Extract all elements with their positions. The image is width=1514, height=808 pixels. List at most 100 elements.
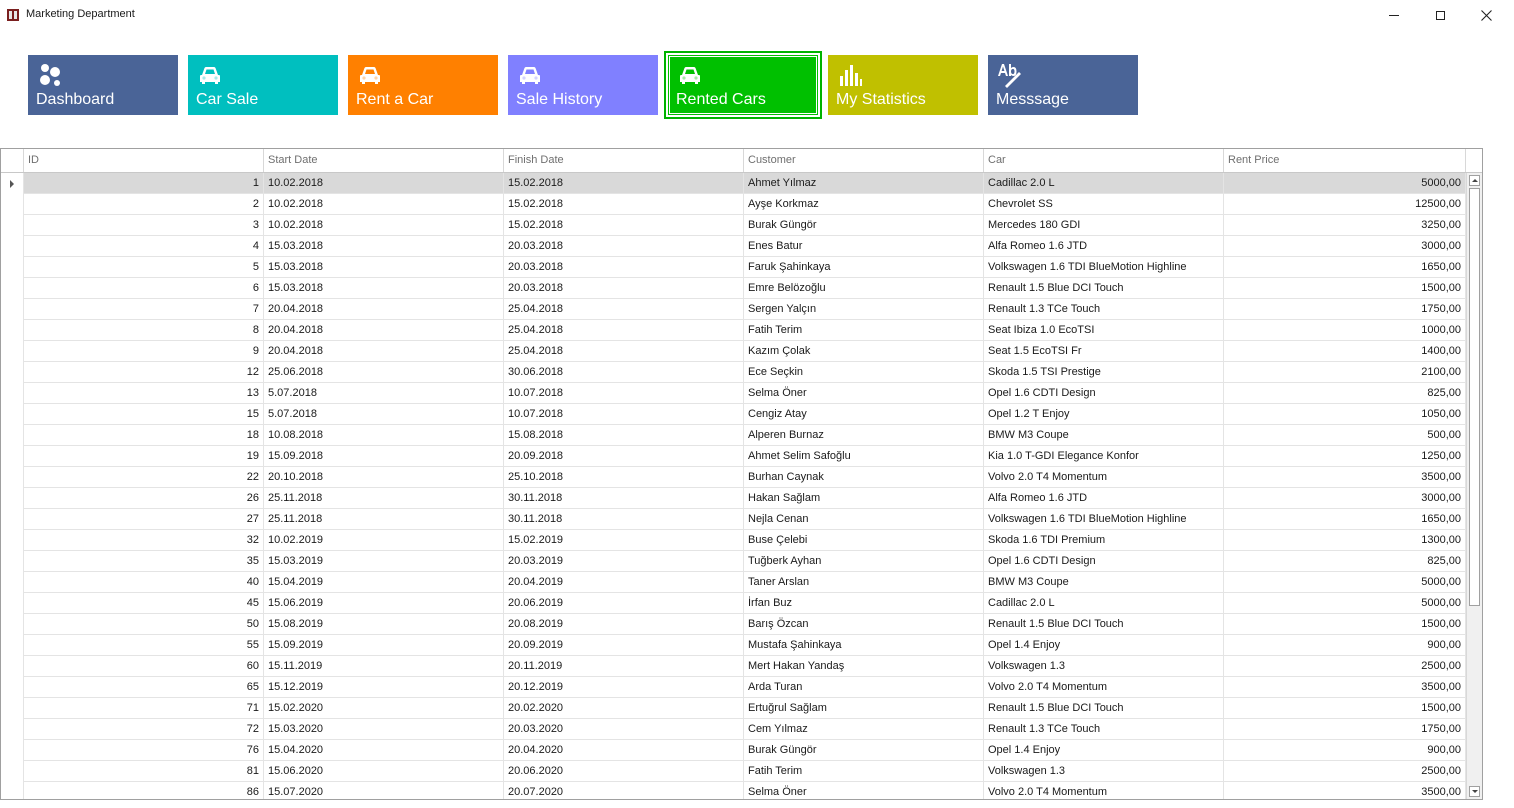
table-row[interactable]: 27 25.11.2018 30.11.2018 Nejla Cenan Volkswa… xyxy=(1,509,1466,530)
table-row[interactable]: 8 20.04.2018 25.04.2018 Fatih Terim Seat Ibi… xyxy=(1,320,1466,341)
cell-start-date[interactable]: 10.08.2018 xyxy=(264,425,504,446)
table-row[interactable]: 76 15.04.2020 20.04.2020 Burak Güngör Opel 1… xyxy=(1,740,1466,761)
cell-customer[interactable]: Cem Yılmaz xyxy=(744,719,984,740)
row-indicator[interactable] xyxy=(1,299,24,320)
cell-car[interactable]: Volkswagen 1.3 xyxy=(984,656,1224,677)
cell-customer[interactable]: Taner Arslan xyxy=(744,572,984,593)
column-header-customer[interactable]: Customer xyxy=(744,149,984,172)
table-row[interactable]: 13 5.07.2018 10.07.2018 Selma Öner Opel 1.6 … xyxy=(1,383,1466,404)
row-indicator[interactable] xyxy=(1,362,24,383)
cell-customer[interactable]: Ahmet Selim Safoğlu xyxy=(744,446,984,467)
cell-finish-date[interactable]: 20.03.2018 xyxy=(504,278,744,299)
cell-finish-date[interactable]: 20.03.2018 xyxy=(504,236,744,257)
cell-finish-date[interactable]: 20.08.2019 xyxy=(504,614,744,635)
row-indicator[interactable] xyxy=(1,614,24,635)
cell-customer[interactable]: Mert Hakan Yandaş xyxy=(744,656,984,677)
cell-start-date[interactable]: 15.12.2019 xyxy=(264,677,504,698)
table-row[interactable]: 3 10.02.2018 15.02.2018 Burak Güngör Mercede… xyxy=(1,215,1466,236)
cell-id[interactable]: 35 xyxy=(24,551,264,572)
tile-my-statistics[interactable]: My Statistics xyxy=(828,55,978,115)
cell-rent-price[interactable]: 3250,00 xyxy=(1224,215,1466,236)
table-row[interactable]: 4 15.03.2018 20.03.2018 Enes Batur Alfa Rome… xyxy=(1,236,1466,257)
cell-car[interactable]: Kia 1.0 T-GDI Elegance Konfor xyxy=(984,446,1224,467)
cell-id[interactable]: 18 xyxy=(24,425,264,446)
cell-id[interactable]: 1 xyxy=(24,173,264,194)
table-row[interactable]: 15 5.07.2018 10.07.2018 Cengiz Atay Opel 1.2… xyxy=(1,404,1466,425)
cell-id[interactable]: 76 xyxy=(24,740,264,761)
cell-start-date[interactable]: 15.09.2019 xyxy=(264,635,504,656)
table-row[interactable]: 72 15.03.2020 20.03.2020 Cem Yılmaz Renault … xyxy=(1,719,1466,740)
row-indicator[interactable] xyxy=(1,215,24,236)
table-row[interactable]: 26 25.11.2018 30.11.2018 Hakan Sağlam Alfa R… xyxy=(1,488,1466,509)
cell-finish-date[interactable]: 20.09.2018 xyxy=(504,446,744,467)
cell-customer[interactable]: Hakan Sağlam xyxy=(744,488,984,509)
table-row[interactable]: 1 10.02.2018 15.02.2018 Ahmet Yılmaz Cadilla… xyxy=(1,173,1466,194)
row-indicator[interactable] xyxy=(1,509,24,530)
cell-finish-date[interactable]: 25.04.2018 xyxy=(504,320,744,341)
cell-start-date[interactable]: 15.06.2020 xyxy=(264,761,504,782)
cell-customer[interactable]: Kazım Çolak xyxy=(744,341,984,362)
cell-start-date[interactable]: 5.07.2018 xyxy=(264,383,504,404)
row-indicator[interactable] xyxy=(1,236,24,257)
cell-finish-date[interactable]: 20.04.2020 xyxy=(504,740,744,761)
table-row[interactable]: 55 15.09.2019 20.09.2019 Mustafa Şahinkaya O… xyxy=(1,635,1466,656)
tile-sale-history[interactable]: Sale History xyxy=(508,55,658,115)
cell-rent-price[interactable]: 1000,00 xyxy=(1224,320,1466,341)
cell-finish-date[interactable]: 20.03.2018 xyxy=(504,257,744,278)
row-indicator[interactable] xyxy=(1,782,24,799)
column-header-car[interactable]: Car xyxy=(984,149,1224,172)
row-indicator[interactable] xyxy=(1,278,24,299)
title-bar[interactable]: Marketing Department xyxy=(0,0,1514,30)
cell-rent-price[interactable]: 3000,00 xyxy=(1224,236,1466,257)
cell-finish-date[interactable]: 25.04.2018 xyxy=(504,341,744,362)
scroll-down-button[interactable] xyxy=(1469,786,1480,797)
column-header-start-date[interactable]: Start Date xyxy=(264,149,504,172)
cell-id[interactable]: 13 xyxy=(24,383,264,404)
cell-finish-date[interactable]: 20.09.2019 xyxy=(504,635,744,656)
cell-customer[interactable]: Faruk Şahinkaya xyxy=(744,257,984,278)
cell-rent-price[interactable]: 2100,00 xyxy=(1224,362,1466,383)
cell-id[interactable]: 3 xyxy=(24,215,264,236)
row-indicator[interactable] xyxy=(1,656,24,677)
row-indicator[interactable] xyxy=(1,761,24,782)
row-indicator[interactable] xyxy=(1,446,24,467)
cell-rent-price[interactable]: 900,00 xyxy=(1224,635,1466,656)
cell-finish-date[interactable]: 25.10.2018 xyxy=(504,467,744,488)
cell-customer[interactable]: Ece Seçkin xyxy=(744,362,984,383)
tile-car-sale[interactable]: Car Sale xyxy=(188,55,338,115)
cell-customer[interactable]: Fatih Terim xyxy=(744,320,984,341)
cell-car[interactable]: Volkswagen 1.3 xyxy=(984,761,1224,782)
cell-rent-price[interactable]: 825,00 xyxy=(1224,551,1466,572)
cell-start-date[interactable]: 10.02.2018 xyxy=(264,194,504,215)
cell-car[interactable]: Alfa Romeo 1.6 JTD xyxy=(984,488,1224,509)
cell-car[interactable]: Renault 1.5 Blue DCI Touch xyxy=(984,698,1224,719)
table-row[interactable]: 86 15.07.2020 20.07.2020 Selma Öner Volvo 2.… xyxy=(1,782,1466,799)
cell-finish-date[interactable]: 20.03.2019 xyxy=(504,551,744,572)
cell-car[interactable]: Opel 1.6 CDTI Design xyxy=(984,551,1224,572)
tile-rented-cars[interactable]: Rented Cars xyxy=(664,51,822,119)
cell-customer[interactable]: Ayşe Korkmaz xyxy=(744,194,984,215)
cell-customer[interactable]: Arda Turan xyxy=(744,677,984,698)
cell-start-date[interactable]: 15.03.2019 xyxy=(264,551,504,572)
row-indicator[interactable] xyxy=(1,383,24,404)
cell-finish-date[interactable]: 15.08.2018 xyxy=(504,425,744,446)
cell-car[interactable]: Opel 1.4 Enjoy xyxy=(984,635,1224,656)
cell-finish-date[interactable]: 20.06.2020 xyxy=(504,761,744,782)
cell-id[interactable]: 81 xyxy=(24,761,264,782)
cell-id[interactable]: 22 xyxy=(24,467,264,488)
cell-id[interactable]: 6 xyxy=(24,278,264,299)
cell-start-date[interactable]: 15.03.2018 xyxy=(264,257,504,278)
cell-rent-price[interactable]: 1650,00 xyxy=(1224,257,1466,278)
cell-customer[interactable]: Sergen Yalçın xyxy=(744,299,984,320)
cell-start-date[interactable]: 20.10.2018 xyxy=(264,467,504,488)
cell-car[interactable]: Chevrolet SS xyxy=(984,194,1224,215)
cell-start-date[interactable]: 25.06.2018 xyxy=(264,362,504,383)
cell-finish-date[interactable]: 30.11.2018 xyxy=(504,488,744,509)
cell-customer[interactable]: Burak Güngör xyxy=(744,215,984,236)
table-row[interactable]: 12 25.06.2018 30.06.2018 Ece Seçkin Skoda 1.… xyxy=(1,362,1466,383)
cell-start-date[interactable]: 15.11.2019 xyxy=(264,656,504,677)
table-row[interactable]: 65 15.12.2019 20.12.2019 Arda Turan Volvo 2.… xyxy=(1,677,1466,698)
cell-finish-date[interactable]: 30.06.2018 xyxy=(504,362,744,383)
cell-rent-price[interactable]: 1500,00 xyxy=(1224,614,1466,635)
close-button[interactable] xyxy=(1463,0,1509,30)
